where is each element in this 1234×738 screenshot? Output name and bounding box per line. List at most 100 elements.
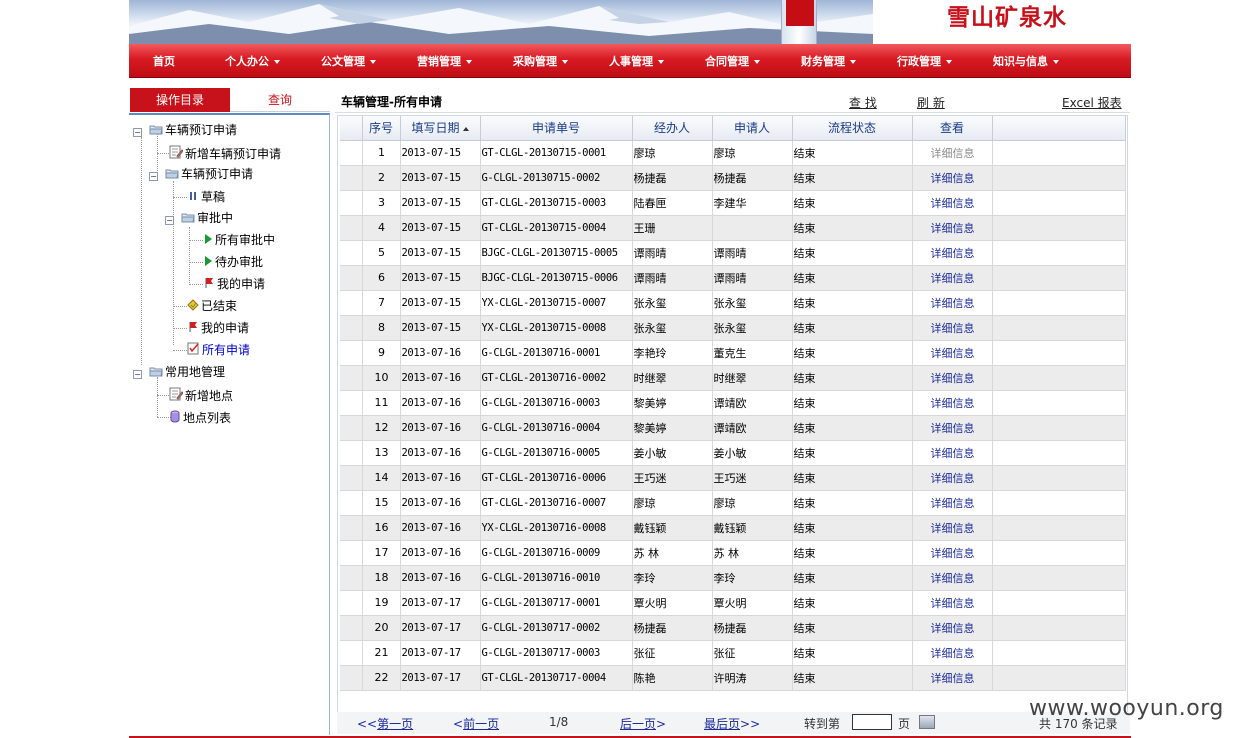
tree-node-finished[interactable]: 已结束 <box>187 296 237 316</box>
collapse-toggle-icon[interactable]: − <box>133 128 142 137</box>
goto-button[interactable] <box>919 715 935 729</box>
row-select-cell <box>340 265 363 291</box>
detail-link[interactable]: 详细信息 <box>931 147 975 160</box>
detail-link[interactable]: 详细信息 <box>931 472 975 485</box>
date-cell: 2013-07-15 <box>400 240 481 266</box>
goto-page-input[interactable] <box>852 714 892 730</box>
tree-node-in-approval[interactable]: 审批中 <box>181 208 233 228</box>
date-cell: 2013-07-15 <box>400 265 481 291</box>
detail-link[interactable]: 详细信息 <box>931 522 975 535</box>
view-cell: 详细信息 <box>912 440 993 466</box>
detail-link[interactable]: 详细信息 <box>931 497 975 510</box>
detail-link[interactable]: 详细信息 <box>931 322 975 335</box>
header-select <box>340 116 363 141</box>
detail-link[interactable]: 详细信息 <box>931 447 975 460</box>
collapse-toggle-icon[interactable]: − <box>165 216 174 225</box>
applicant-cell: 张征 <box>712 640 793 666</box>
detail-link[interactable]: 详细信息 <box>931 672 975 685</box>
tree-node-all-applications[interactable]: 所有申请 <box>187 340 250 360</box>
view-cell: 详细信息 <box>912 590 993 616</box>
detail-link[interactable]: 详细信息 <box>931 597 975 610</box>
nav-home[interactable]: 首页 <box>153 53 175 69</box>
next-page-link[interactable]: 后一页> <box>620 715 666 732</box>
nav-document-mgmt[interactable]: 公文管理 <box>321 53 376 69</box>
seq-cell: 13 <box>362 440 401 466</box>
application-no-cell: G-CLGL-20130716-0010 <box>480 565 633 591</box>
nav-hr-mgmt[interactable]: 人事管理 <box>609 53 664 69</box>
tree-node-vehicle-booking-apps[interactable]: 车辆预订申请 <box>165 164 253 184</box>
detail-link[interactable]: 详细信息 <box>931 647 975 660</box>
detail-link[interactable]: 详细信息 <box>931 547 975 560</box>
detail-link[interactable]: 详细信息 <box>931 622 975 635</box>
header-status[interactable]: 流程状态 <box>792 116 913 141</box>
row-select-cell <box>340 240 363 266</box>
view-cell: 详细信息 <box>912 140 993 166</box>
detail-link[interactable]: 详细信息 <box>931 372 975 385</box>
tree-node-draft[interactable]: 草稿 <box>187 187 225 207</box>
date-cell: 2013-07-17 <box>400 640 481 666</box>
nav-knowledge[interactable]: 知识与信息 <box>993 53 1059 69</box>
detail-link[interactable]: 详细信息 <box>931 272 975 285</box>
detail-link[interactable]: 详细信息 <box>931 572 975 585</box>
handler-cell: 苏 林 <box>632 540 713 566</box>
table-row: 22 2013-07-17 GT-CLGL-20130717-0004 陈艳 许明涛 结束… <box>340 665 1126 691</box>
detail-link[interactable]: 详细信息 <box>931 397 975 410</box>
header-date[interactable]: 填写日期 <box>400 116 481 141</box>
refresh-button[interactable]: 刷 新 <box>917 94 945 111</box>
detail-link[interactable]: 详细信息 <box>931 297 975 310</box>
date-cell: 2013-07-17 <box>400 615 481 641</box>
row-select-cell <box>340 615 363 641</box>
seq-cell: 16 <box>362 515 401 541</box>
status-cell: 结束 <box>792 340 913 366</box>
row-select-cell <box>340 415 363 441</box>
detail-link[interactable]: 详细信息 <box>931 172 975 185</box>
status-cell: 结束 <box>792 515 913 541</box>
tree-node-pending-approval[interactable]: 待办审批 <box>203 252 263 272</box>
detail-link[interactable]: 详细信息 <box>931 247 975 260</box>
nav-personal-office[interactable]: 个人办公 <box>225 53 280 69</box>
nav-finance-mgmt[interactable]: 财务管理 <box>801 53 856 69</box>
detail-link[interactable]: 详细信息 <box>931 197 975 210</box>
header-seq[interactable]: 序号 <box>362 116 401 141</box>
dropdown-arrow-icon <box>274 60 280 64</box>
prev-page-link[interactable]: <前一页 <box>453 715 499 732</box>
edit-document-icon <box>169 387 184 407</box>
tree-node-common-places[interactable]: 常用地管理 <box>149 362 225 382</box>
nav-sales-mgmt[interactable]: 营销管理 <box>417 53 472 69</box>
handler-cell: 张永玺 <box>632 315 713 341</box>
applicant-cell: 廖琼 <box>712 490 793 516</box>
tab-query[interactable]: 查询 <box>230 88 330 112</box>
collapse-toggle-icon[interactable]: − <box>133 370 142 379</box>
collapse-toggle-icon[interactable]: − <box>149 172 158 181</box>
detail-link[interactable]: 详细信息 <box>931 222 975 235</box>
header-applicant[interactable]: 申请人 <box>712 116 793 141</box>
detail-link[interactable]: 详细信息 <box>931 347 975 360</box>
pagination-bar: <<第一页 <前一页 1/8 后一页> 最后页>> 转到第 页 共 170 条记… <box>337 712 1130 734</box>
applicant-cell: 杨捷磊 <box>712 615 793 641</box>
tree-node-new-place[interactable]: 新增地点 <box>169 386 233 406</box>
view-cell: 详细信息 <box>912 365 993 391</box>
find-button[interactable]: 查 找 <box>849 94 877 111</box>
first-page-link[interactable]: <<第一页 <box>357 715 413 732</box>
tree-node-place-list[interactable]: 地点列表 <box>169 408 231 428</box>
tree-node-new-vehicle-booking[interactable]: 新增车辆预订申请 <box>169 144 281 164</box>
detail-link[interactable]: 详细信息 <box>931 422 975 435</box>
header-application-no[interactable]: 申请单号 <box>480 116 633 141</box>
handler-cell: 张永玺 <box>632 290 713 316</box>
header-handler[interactable]: 经办人 <box>632 116 713 141</box>
tab-operations-menu[interactable]: 操作目录 <box>130 88 230 112</box>
date-cell: 2013-07-15 <box>400 165 481 191</box>
view-cell: 详细信息 <box>912 290 993 316</box>
last-page-link[interactable]: 最后页>> <box>704 715 760 732</box>
nav-purchase-mgmt[interactable]: 采购管理 <box>513 53 568 69</box>
date-cell: 2013-07-15 <box>400 190 481 216</box>
tree-node-vehicle-booking[interactable]: 车辆预订申请 <box>149 120 237 140</box>
view-cell: 详细信息 <box>912 640 993 666</box>
tree-node-my-application[interactable]: 我的申请 <box>187 318 249 338</box>
excel-report-button[interactable]: Excel 报表 <box>1062 94 1122 111</box>
nav-contract-mgmt[interactable]: 合同管理 <box>705 53 760 69</box>
nav-admin-mgmt[interactable]: 行政管理 <box>897 53 952 69</box>
tree-node-all-in-approval[interactable]: 所有审批中 <box>203 230 275 250</box>
date-cell: 2013-07-16 <box>400 490 481 516</box>
tree-node-my-application-inner[interactable]: 我的申请 <box>203 274 265 294</box>
